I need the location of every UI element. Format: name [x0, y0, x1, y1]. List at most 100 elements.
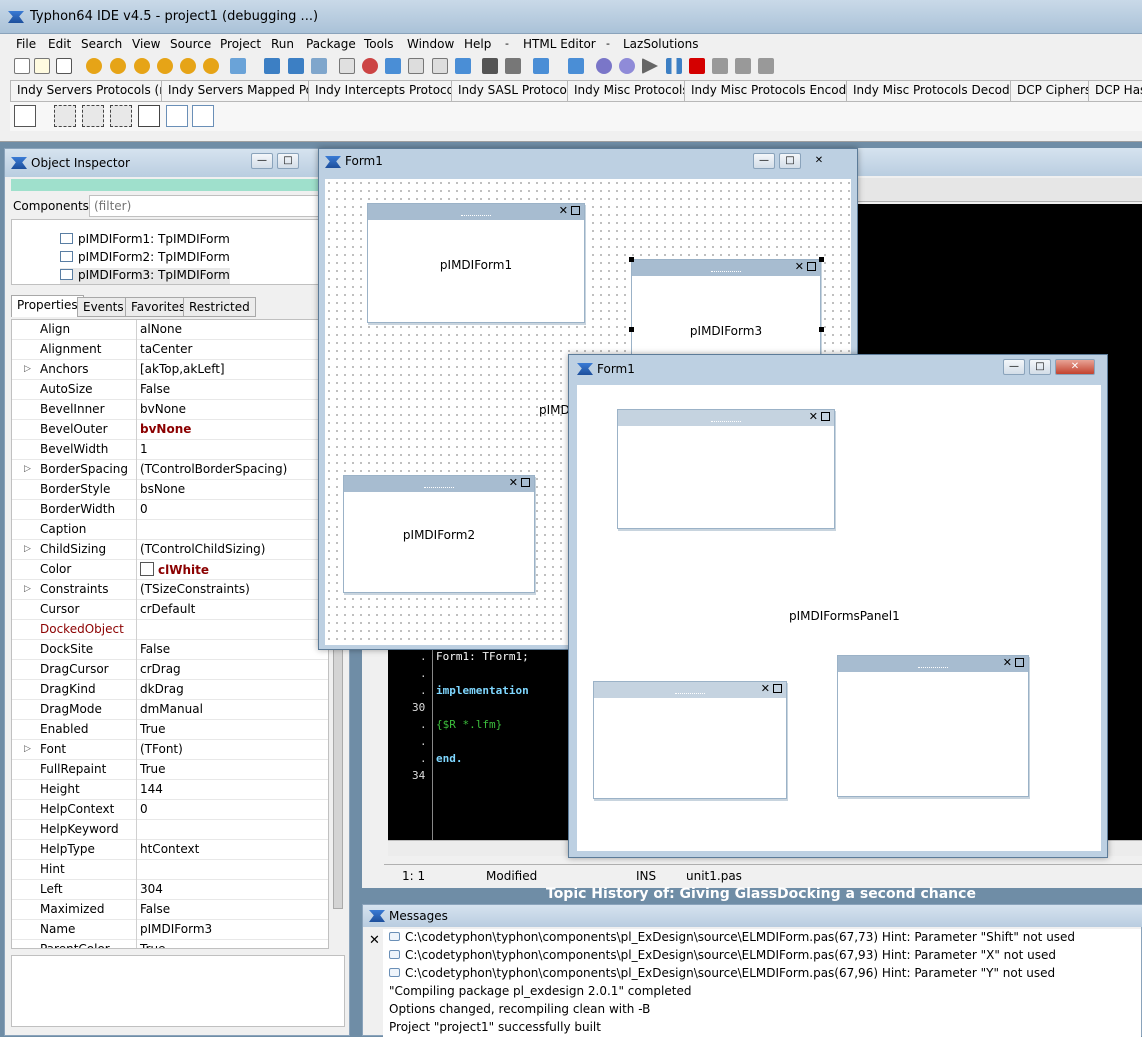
expand-icon[interactable]: ▷: [24, 584, 31, 594]
stop-icon[interactable]: [689, 58, 705, 74]
tab-restricted[interactable]: Restricted: [183, 297, 256, 317]
property-row[interactable]: Maximized False: [12, 900, 328, 920]
property-value[interactable]: bvNone: [140, 402, 186, 416]
menu-source[interactable]: Source: [170, 37, 211, 51]
property-value[interactable]: False: [140, 642, 170, 656]
property-row[interactable]: ParentColor True: [12, 940, 328, 948]
property-row[interactable]: BevelWidth 1: [12, 440, 328, 460]
property-row[interactable]: HelpType htContext: [12, 840, 328, 860]
mdi-close-icon[interactable]: ✕: [809, 410, 818, 423]
tab-indy-intercepts-protocols[interactable]: Indy Intercepts Protocols: [308, 80, 471, 101]
selection-handle[interactable]: [819, 327, 824, 332]
tab-events[interactable]: Events: [77, 297, 130, 317]
view-forms-icon[interactable]: [408, 58, 424, 74]
toggle-unit-icon[interactable]: [455, 58, 471, 74]
property-row[interactable]: Color clWhite: [12, 560, 328, 580]
property-row[interactable]: Cursor crDefault: [12, 600, 328, 620]
debug-icon[interactable]: [568, 58, 584, 74]
property-row[interactable]: AutoSize False: [12, 380, 328, 400]
add-to-project-icon[interactable]: [362, 58, 378, 74]
property-row[interactable]: HelpKeyword: [12, 820, 328, 840]
toggle-form-icon[interactable]: [432, 58, 448, 74]
property-row[interactable]: DragMode dmManual: [12, 700, 328, 720]
expand-icon[interactable]: ▷: [24, 544, 31, 554]
minimize-button[interactable]: —: [251, 153, 273, 169]
property-value[interactable]: bvNone: [140, 422, 191, 436]
mdi-close-icon[interactable]: ✕: [1003, 656, 1012, 669]
property-value[interactable]: taCenter: [140, 342, 192, 356]
message-item[interactable]: Project "project1" successfully built: [389, 1020, 601, 1034]
new-file-icon[interactable]: [14, 58, 30, 74]
run-icon[interactable]: [642, 58, 658, 74]
tree-item-pimdiform1[interactable]: pIMDIForm1: TpIMDIForm: [60, 232, 230, 250]
property-grid[interactable]: Align alNone Alignment taCenter ▷ Anchors [akT…: [11, 319, 329, 949]
property-row[interactable]: HelpContext 0: [12, 800, 328, 820]
property-row[interactable]: Alignment taCenter: [12, 340, 328, 360]
view-units-icon[interactable]: [230, 58, 246, 74]
message-item[interactable]: C:\codetyphon\typhon\components\pl_ExDes…: [389, 930, 1075, 944]
selection-handle[interactable]: [629, 327, 634, 332]
close-button[interactable]: ✕: [805, 154, 833, 170]
close-file-icon[interactable]: [311, 58, 327, 74]
tab-indy-servers-protocols-nz[interactable]: Indy Servers Protocols (nz): [10, 80, 185, 101]
attach-icon[interactable]: [619, 58, 635, 74]
minimize-button[interactable]: —: [1003, 359, 1025, 375]
menu-window[interactable]: Window: [407, 37, 454, 51]
mdi-maximize-icon[interactable]: [807, 262, 816, 271]
mdi-caption-bar[interactable]: ✕: [838, 656, 1028, 672]
tree-item-pimdiform3[interactable]: pIMDIForm3: TpIMDIForm: [60, 268, 230, 284]
mdi-list-icon[interactable]: [138, 105, 160, 127]
mdi-child-window[interactable]: ✕: [593, 681, 787, 799]
new-form-icon[interactable]: [56, 58, 72, 74]
property-value[interactable]: (TControlBorderSpacing): [140, 462, 287, 476]
mdi-caption-bar[interactable]: ✕: [618, 410, 834, 426]
save-icon[interactable]: [264, 58, 280, 74]
selection-handle[interactable]: [819, 257, 824, 262]
property-value[interactable]: bsNone: [140, 482, 185, 496]
mdi-maximize-icon[interactable]: [821, 412, 830, 421]
menu-view[interactable]: View: [132, 37, 160, 51]
expand-icon[interactable]: ▷: [24, 364, 31, 374]
mdi-window-icon[interactable]: [166, 105, 188, 127]
revert-icon[interactable]: [203, 58, 219, 74]
mdi-caption-bar[interactable]: ✕: [632, 260, 820, 276]
property-value[interactable]: clWhite: [140, 562, 209, 577]
property-row[interactable]: ▷ BorderSpacing (TControlBorderSpacing): [12, 460, 328, 480]
property-value[interactable]: 144: [140, 782, 163, 796]
property-value[interactable]: (TControlChildSizing): [140, 542, 265, 556]
step-out-icon[interactable]: [758, 58, 774, 74]
property-value[interactable]: htContext: [140, 842, 199, 856]
property-value[interactable]: False: [140, 902, 170, 916]
tab-indy-misc-protocols-decoder[interactable]: Indy Misc Protocols Decoder: [846, 80, 1029, 101]
open-project-icon[interactable]: [110, 58, 126, 74]
run-to-cursor-icon[interactable]: [596, 58, 612, 74]
property-value[interactable]: 1: [140, 442, 148, 456]
tab-indy-misc-protocols[interactable]: Indy Misc Protocols: [567, 80, 696, 101]
mdi-forms-panel-icon[interactable]: [54, 105, 76, 127]
runtime-form-client[interactable]: ✕ ✕ ✕ pIMDIFormsPanel1: [577, 385, 1101, 851]
mdi-child-window[interactable]: ✕: [617, 409, 835, 529]
menu-search[interactable]: Search: [81, 37, 122, 51]
property-value[interactable]: alNone: [140, 322, 182, 336]
pause-icon[interactable]: [666, 58, 682, 74]
menu-file[interactable]: File: [16, 37, 36, 51]
property-value[interactable]: True: [140, 722, 166, 736]
menu-edit[interactable]: Edit: [48, 37, 71, 51]
property-value[interactable]: [akTop,akLeft]: [140, 362, 225, 376]
selection-handle[interactable]: [629, 257, 634, 262]
message-item[interactable]: C:\codetyphon\typhon\components\pl_ExDes…: [389, 948, 1056, 962]
menu-run[interactable]: Run: [271, 37, 294, 51]
property-row[interactable]: BevelOuter bvNone: [12, 420, 328, 440]
mdi-port-icon[interactable]: [110, 105, 132, 127]
open-icon[interactable]: [86, 58, 102, 74]
message-item[interactable]: C:\codetyphon\typhon\components\pl_ExDes…: [389, 966, 1055, 980]
property-row[interactable]: Caption: [12, 520, 328, 540]
menu-package[interactable]: Package: [306, 37, 356, 51]
property-row[interactable]: BorderWidth 0: [12, 500, 328, 520]
close-messages-icon[interactable]: ✕: [369, 933, 380, 948]
expand-icon[interactable]: ▷: [24, 744, 31, 754]
property-row[interactable]: ▷ Font (TFont): [12, 740, 328, 760]
property-value[interactable]: dmManual: [140, 702, 203, 716]
compile-icon[interactable]: [505, 58, 521, 74]
menu-help[interactable]: Help: [464, 37, 491, 51]
